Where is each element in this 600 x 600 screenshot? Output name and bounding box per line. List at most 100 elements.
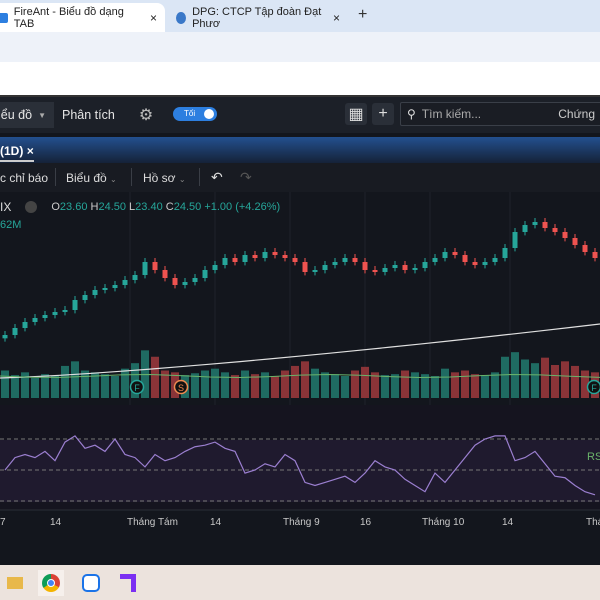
volume-bar	[241, 370, 249, 398]
candle-body	[202, 270, 208, 278]
x-tick-label: 14	[210, 517, 222, 528]
file-explorer-icon[interactable]	[2, 570, 28, 596]
close-chart-tab-icon[interactable]: ×	[27, 144, 34, 158]
candle-body	[2, 335, 8, 339]
volume-bar	[281, 370, 289, 398]
x-tick-label: 16	[360, 517, 372, 528]
chart-tab[interactable]: (1D) ×	[0, 144, 34, 162]
candle-body	[312, 270, 318, 272]
candle-body	[252, 255, 258, 258]
volume-bar	[271, 376, 279, 398]
volume-bar	[521, 359, 529, 398]
profile-label: Hồ sơ	[143, 171, 176, 185]
chart-toolbar: c chỉ báo Biểu đồ ⌄ Hồ sơ ⌄ ↶ ↷	[0, 163, 600, 192]
volume-bar	[331, 374, 339, 398]
candle-body	[392, 265, 398, 268]
chart-type-dropdown[interactable]: Biểu đồ ⌄	[66, 171, 117, 185]
x-tick-label: 14	[50, 517, 62, 528]
chevron-down-icon: ⌄	[178, 175, 186, 184]
undo-icon[interactable]: ↶	[211, 169, 223, 186]
rsi-label: RS	[587, 451, 600, 463]
collapse-legend-icon[interactable]	[25, 201, 38, 213]
candle-body	[462, 255, 468, 262]
candle-body	[362, 262, 368, 270]
chart-menu-dropdown[interactable]: iểu đồ ▼	[0, 102, 54, 128]
zalo-icon[interactable]	[78, 570, 104, 596]
volume-bar	[1, 370, 9, 398]
volume-bar	[411, 372, 419, 398]
redo-icon[interactable]: ↷	[240, 169, 252, 186]
volume-bar	[551, 365, 559, 398]
profile-dropdown[interactable]: Hồ sơ ⌄	[143, 171, 186, 185]
volume-bar	[471, 374, 479, 398]
indicators-button[interactable]: c chỉ báo	[0, 171, 48, 185]
volume-bar	[111, 376, 119, 398]
candle-body	[92, 290, 98, 295]
candle-body	[152, 262, 158, 270]
candle-body	[182, 282, 188, 285]
volume-bar	[71, 361, 79, 398]
candle-body	[272, 252, 278, 255]
candle-body	[62, 310, 68, 312]
address-bar[interactable]	[0, 32, 600, 62]
event-marker-label: F	[591, 383, 597, 393]
candle-body	[222, 258, 228, 265]
toggle-knob	[204, 109, 214, 119]
candle-body	[262, 252, 268, 258]
x-tick-label: Tháng 9	[283, 517, 320, 528]
volume-bar	[361, 366, 369, 398]
volume-bar	[401, 370, 409, 398]
volume-bar	[151, 356, 159, 398]
globe-icon	[176, 11, 187, 24]
chart-tab-label: (1D)	[0, 144, 24, 158]
layout-grid-icon[interactable]: ▦	[345, 103, 367, 125]
candle-body	[32, 318, 38, 322]
candle-body	[302, 262, 308, 272]
volume-bar	[191, 373, 199, 398]
candle-body	[552, 228, 558, 232]
theme-label: Tối	[184, 109, 196, 118]
volume-bar	[31, 377, 39, 398]
candle-body	[512, 232, 518, 248]
volume-bar	[481, 375, 489, 398]
x-tick-label: Thá	[586, 517, 600, 528]
candle-body	[142, 262, 148, 275]
candle-body	[112, 285, 118, 288]
volume-bar	[121, 368, 129, 398]
event-marker-label: F	[134, 383, 140, 393]
new-tab-button[interactable]: +	[358, 6, 367, 24]
volume-bar	[391, 374, 399, 398]
stocks-filter[interactable]: Chứng	[558, 107, 595, 121]
candle-body	[72, 300, 78, 310]
candle-body	[502, 248, 508, 258]
add-icon[interactable]: +	[372, 103, 394, 125]
volume-bar	[251, 374, 259, 398]
x-tick-label: Tháng 10	[422, 517, 465, 528]
theme-toggle[interactable]: Tối	[173, 107, 217, 121]
close-tab-icon[interactable]: ×	[150, 11, 157, 25]
search-input[interactable]: ⚲ Tìm kiếm... Chứng	[400, 102, 600, 126]
app-icon[interactable]	[115, 570, 141, 596]
chrome-icon[interactable]	[38, 570, 64, 596]
analysis-button[interactable]: Phân tích	[62, 108, 115, 122]
browser-tab-fireant[interactable]: FireAnt - Biểu đồ dạng TAB ×	[0, 3, 165, 32]
chart-tab-strip	[0, 137, 600, 163]
price-chart[interactable]: FSF	[0, 192, 600, 537]
volume-legend: 62M	[0, 219, 22, 231]
candle-body	[562, 232, 568, 238]
settings-gear-icon[interactable]: ⚙	[139, 105, 153, 125]
volume-bar	[101, 374, 109, 398]
candle-body	[102, 288, 108, 290]
candle-body	[52, 312, 58, 315]
volume-bar	[231, 375, 239, 398]
volume-bar	[431, 376, 439, 398]
browser-tab-dpg[interactable]: DPG: CTCP Tập đoàn Đạt Phươ ×	[168, 3, 348, 32]
volume-bar	[221, 372, 229, 398]
candle-body	[572, 238, 578, 245]
close-tab-icon[interactable]: ×	[333, 11, 340, 25]
candle-body	[452, 252, 458, 255]
volume-bar	[541, 357, 549, 398]
candle-body	[442, 252, 448, 258]
candle-body	[492, 258, 498, 262]
candle-body	[232, 258, 238, 262]
